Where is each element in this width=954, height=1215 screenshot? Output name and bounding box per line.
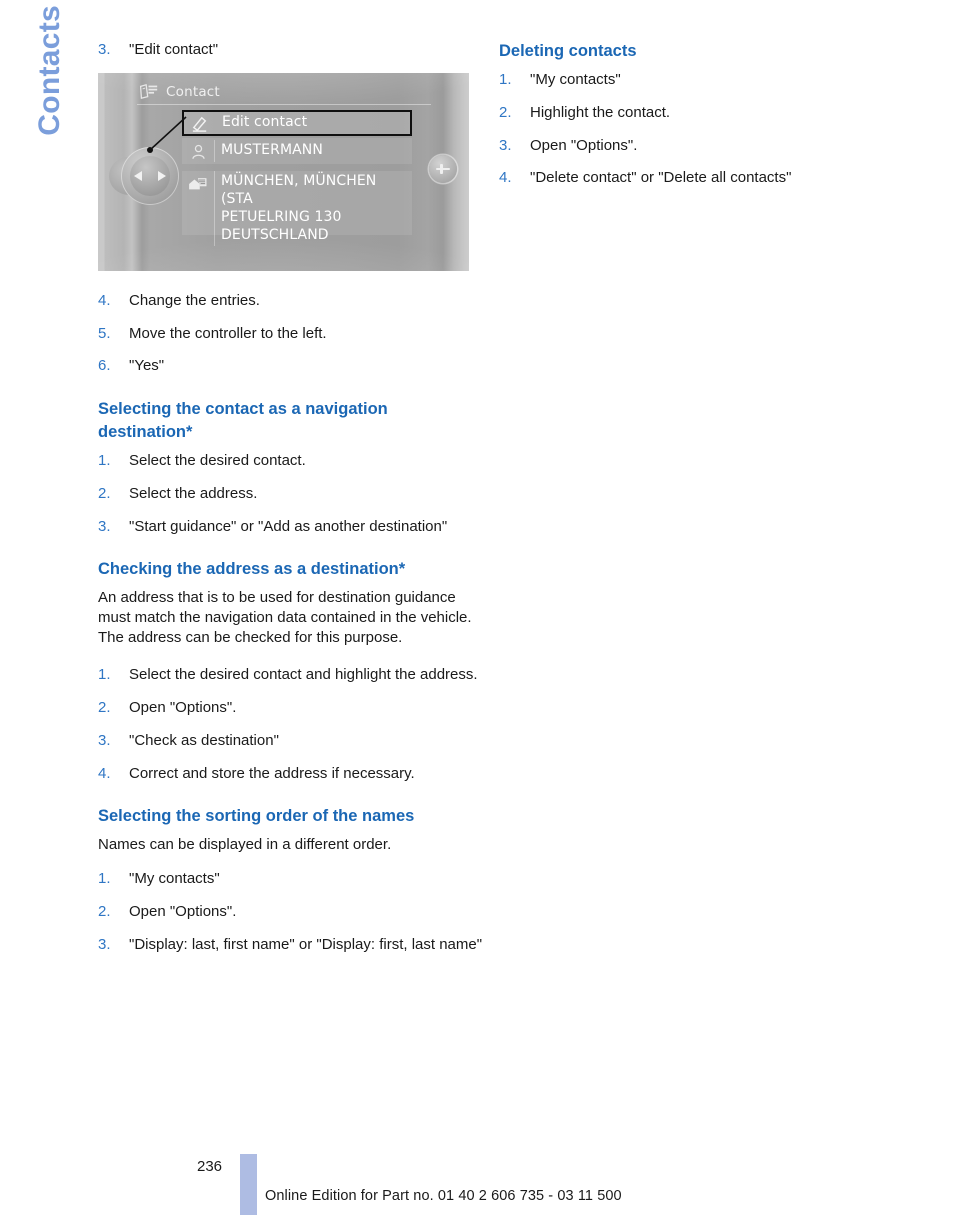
screen-row-edit-contact[interactable]: Edit contact [182, 109, 412, 136]
list-item-text: Correct and store the address if necessa… [129, 764, 415, 782]
manual-page: Contacts 3. "Edit contact" Contact Edit … [0, 0, 954, 1215]
list-item: 3. "Display: last, first name" or "Displ… [98, 935, 484, 955]
list-item-text: Open "Options". [129, 698, 237, 716]
list-item: 6. "Yes" [98, 356, 484, 376]
list-item-number: 3. [98, 731, 111, 749]
steps-after-figure: 4. Change the entries. 5. Move the contr… [98, 291, 484, 376]
list-item-number: 2. [499, 103, 512, 121]
list-item-number: 1. [499, 70, 512, 88]
screen-row-label: Edit contact [222, 113, 308, 130]
screen-row-label: MÜNCHEN, MÜNCHEN (STA PETUELRING 130 DEU… [214, 170, 412, 247]
screen-row-contact-name[interactable]: MUSTERMANN [182, 137, 412, 164]
list-item-text: "My contacts" [129, 870, 220, 888]
section-heading-deleting-contacts: Deleting contacts [499, 42, 637, 60]
list-item: 3. "Check as destination" [98, 731, 484, 751]
list-item: 4. Change the entries. [98, 291, 484, 311]
list-item-text: "Display: last, first name" or "Display:… [129, 935, 483, 953]
list-item-number: 2. [98, 903, 111, 920]
list-item-text: Select the desired contact and highlight… [129, 666, 478, 684]
list-item-text: "Delete contact" or "Delete all contacts… [530, 169, 792, 187]
screen-header: Contact [136, 81, 432, 103]
list-item-text: Open "Options". [129, 903, 237, 920]
left-column: 3. "Edit contact" Contact Edit contact M… [98, 40, 484, 955]
chapter-tab-label: Contacts [33, 5, 66, 136]
screen-header-title: Contact [166, 83, 220, 100]
list-item-number: 6. [98, 357, 111, 375]
list-item-number: 2. [98, 484, 111, 502]
footer-accent-bar [240, 1154, 257, 1215]
list-item-text: Select the desired contact. [129, 452, 306, 470]
list-item: 4. "Delete contact" or "Delete all conta… [499, 168, 885, 188]
steps-sorting-order: 1. "My contacts" 2. Open "Options". 3. "… [98, 869, 484, 954]
list-item: 3. Open "Options". [499, 136, 885, 156]
screen-row-address[interactable]: MÜNCHEN, MÜNCHEN (STA PETUELRING 130 DEU… [182, 170, 412, 247]
list-item-number: 1. [98, 870, 111, 888]
map-house-icon [186, 174, 210, 194]
steps-nav-destination: 1. Select the desired contact. 2. Select… [98, 451, 484, 536]
list-item-text: "Check as destination" [129, 731, 279, 749]
list-item-text: "My contacts" [530, 70, 621, 88]
screen-header-divider [137, 103, 431, 105]
list-item-number: 1. [98, 666, 111, 684]
list-item-number: 4. [98, 764, 111, 782]
idrive-screen: Contact Edit contact MUSTERMANN MÜNCHEN,… [134, 73, 434, 271]
list-item-number: 4. [98, 291, 111, 309]
list-item-text: "Yes" [129, 357, 165, 375]
list-item-text: Select the address. [129, 484, 258, 502]
list-item-text: "Start guidance" or "Add as another dest… [129, 517, 448, 535]
list-item: 2. Open "Options". [98, 698, 484, 718]
list-item-text: Open "Options". [530, 136, 638, 154]
list-item-number: 5. [98, 324, 111, 342]
page-number: 236 [197, 1158, 223, 1175]
idrive-display-figure: Contact Edit contact MUSTERMANN MÜNCHEN,… [98, 72, 469, 271]
list-item-text: Highlight the contact. [530, 103, 671, 121]
person-icon [186, 142, 210, 162]
list-item: 2. Open "Options". [98, 902, 484, 922]
list-item: 1. Select the desired contact. [98, 451, 484, 471]
steps-deleting-contacts: 1. "My contacts" 2. Highlight the contac… [499, 70, 885, 188]
list-item-number: 2. [98, 698, 111, 716]
pencil-icon [188, 114, 212, 134]
steps-check-address: 1. Select the desired contact and highli… [98, 665, 484, 783]
list-item: 2. Highlight the contact. [499, 103, 885, 123]
list-item: 1. "My contacts" [499, 70, 885, 90]
footer-edition-text: Online Edition for Part no. 01 40 2 606 … [265, 1188, 622, 1204]
list-item-number: 3. [499, 136, 512, 154]
list-item-text: "Edit contact" [129, 41, 219, 58]
section-paragraph-sorting-order: Names can be displayed in a different or… [98, 836, 392, 854]
list-item-text: Change the entries. [129, 291, 260, 309]
contact-card-icon [139, 84, 158, 100]
list-item: 4. Correct and store the address if nece… [98, 764, 484, 784]
list-item: 3. "Start guidance" or "Add as another d… [98, 517, 484, 537]
section-paragraph-check-address: An address that is to be used for destin… [98, 589, 472, 647]
list-item-number: 3. [98, 517, 111, 535]
list-item-number: 3. [98, 41, 111, 58]
section-heading-check-address: Checking the address as a destination* [98, 560, 406, 579]
list-item: 5. Move the controller to the left. [98, 324, 484, 344]
list-item: 2. Select the address. [98, 484, 484, 504]
list-item: 3. "Edit contact" [98, 40, 484, 60]
list-item: 1. "My contacts" [98, 869, 484, 889]
section-heading-sorting-order: Selecting the sorting order of the names [98, 807, 415, 826]
list-item: 1. Select the desired contact and highli… [98, 665, 484, 685]
list-item-number: 3. [98, 935, 111, 953]
list-item-text: Move the controller to the left. [129, 324, 327, 342]
screen-row-label: MUSTERMANN [214, 139, 412, 162]
right-column: Deleting contacts 1. "My contacts" 2. Hi… [499, 40, 885, 188]
section-heading-nav-destination: Selecting the contact as a navigation de… [98, 400, 388, 442]
chapter-tab: Contacts [0, 0, 96, 260]
list-item-number: 1. [98, 452, 111, 470]
list-item-number: 4. [499, 169, 512, 187]
